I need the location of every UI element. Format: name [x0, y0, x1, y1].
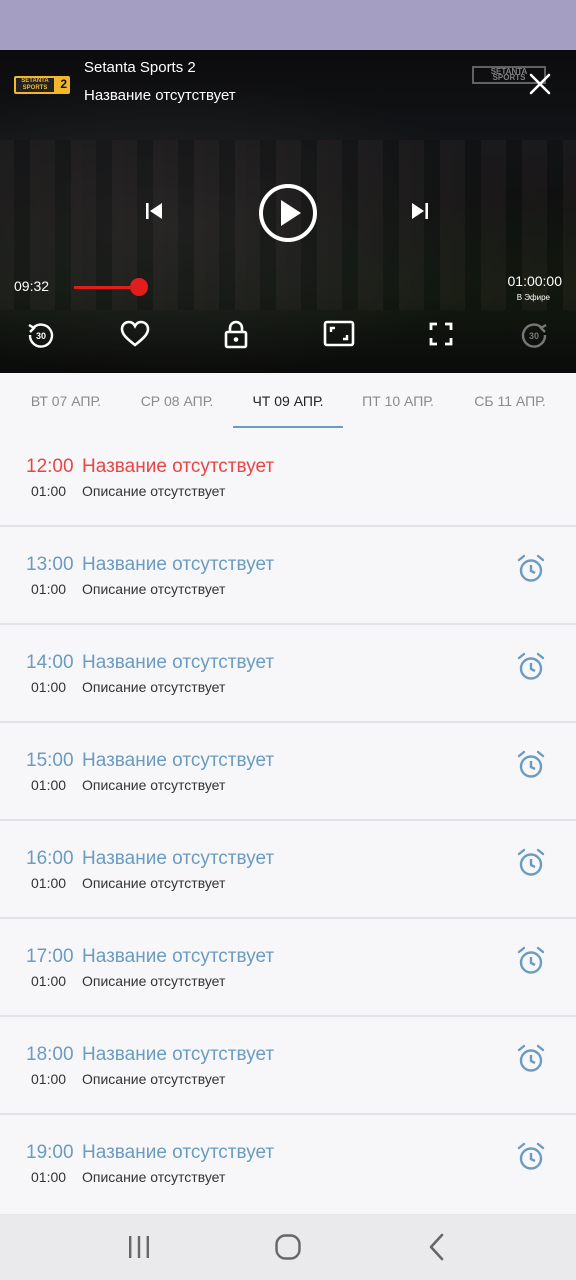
program-duration: 01:00 [31, 483, 67, 499]
program-duration: 01:00 [31, 1071, 67, 1087]
tab-date[interactable]: СБ 11 АПР. [458, 373, 562, 429]
program-description: Описание отсутствует [82, 483, 226, 499]
video-player[interactable]: SETANTA SPORTS 2 Setanta Sports 2 Назван… [0, 50, 576, 373]
lock-icon[interactable] [220, 318, 252, 350]
schedule-row[interactable]: 17:00 Название отсутствует 01:00 Описани… [0, 919, 576, 1017]
program-title: Название отсутствует [82, 1142, 275, 1163]
channel-logo: SETANTA SPORTS 2 [14, 76, 70, 94]
program-title: Название отсутствует [82, 848, 275, 869]
alarm-clock-icon[interactable] [516, 750, 546, 780]
current-time: 09:32 [14, 278, 50, 294]
program-description: Описание отсутствует [82, 679, 226, 695]
program-duration: 01:00 [31, 1169, 67, 1185]
tab-date[interactable]: ВТ 07 АПР. [14, 373, 118, 429]
program-duration: 01:00 [31, 973, 67, 989]
schedule-row-current[interactable]: 12:00 Название отсутствует 01:00 Описани… [0, 429, 576, 527]
program-start-time: 15:00 [26, 750, 74, 771]
live-label: В Эфире [516, 293, 550, 302]
date-tabs: ВТ 07 АПР. СР 08 АПР. ЧТ 09 АПР. ПТ 10 А… [0, 373, 576, 429]
program-description: Описание отсутствует [82, 1071, 226, 1087]
aspect-ratio-icon[interactable] [323, 318, 355, 350]
play-icon[interactable] [257, 182, 319, 244]
alarm-clock-icon[interactable] [516, 946, 546, 976]
program-title: Название отсутствует [82, 456, 275, 477]
program-start-time: 17:00 [26, 946, 74, 967]
schedule-row[interactable]: 15:00 Название отсутствует 01:00 Описани… [0, 723, 576, 821]
program-description: Описание отсутствует [82, 875, 226, 891]
skip-next-icon[interactable] [408, 199, 432, 223]
home-icon[interactable] [271, 1230, 305, 1264]
program-description: Описание отсутствует [82, 1169, 226, 1185]
back-icon[interactable] [420, 1230, 454, 1264]
program-duration: 01:00 [31, 581, 67, 597]
program-description: Описание отсутствует [82, 973, 226, 989]
program-title: Название отсутствует [84, 87, 236, 104]
schedule-row[interactable]: 19:00 Название отсутствует 01:00 Описани… [0, 1115, 576, 1213]
close-icon[interactable] [526, 70, 554, 98]
forward-30-icon[interactable]: 30 [518, 318, 550, 350]
channel-name: Setanta Sports 2 [84, 59, 196, 76]
program-duration: 01:00 [31, 875, 67, 891]
replay-30-icon[interactable]: 30 [25, 318, 57, 350]
svg-text:30: 30 [529, 331, 539, 341]
alarm-clock-icon[interactable] [516, 554, 546, 584]
program-title: Название отсутствует [82, 1044, 275, 1065]
program-description: Описание отсутствует [82, 777, 226, 793]
program-start-time: 12:00 [26, 456, 74, 477]
program-description: Описание отсутствует [82, 581, 226, 597]
seek-thumb[interactable] [130, 278, 148, 296]
system-navigation-bar [0, 1214, 576, 1280]
program-title: Название отсутствует [82, 750, 275, 771]
program-start-time: 19:00 [26, 1142, 74, 1163]
program-start-time: 18:00 [26, 1044, 74, 1065]
program-duration: 01:00 [31, 777, 67, 793]
program-title: Название отсутствует [82, 946, 275, 967]
schedule-row[interactable]: 16:00 Название отсутствует 01:00 Описани… [0, 821, 576, 919]
program-start-time: 14:00 [26, 652, 74, 673]
program-duration: 01:00 [31, 679, 67, 695]
schedule-row[interactable]: 14:00 Название отсутствует 01:00 Описани… [0, 625, 576, 723]
tab-date[interactable]: СР 08 АПР. [125, 373, 229, 429]
tab-date-active[interactable]: ЧТ 09 АПР. [235, 373, 341, 429]
schedule-row[interactable]: 18:00 Название отсутствует 01:00 Описани… [0, 1017, 576, 1115]
recents-icon[interactable] [122, 1230, 156, 1264]
program-title: Название отсутствует [82, 554, 275, 575]
schedule-row[interactable]: 13:00 Название отсутствует 01:00 Описани… [0, 527, 576, 625]
status-bar [0, 0, 576, 50]
fullscreen-icon[interactable] [425, 318, 457, 350]
alarm-clock-icon[interactable] [516, 1044, 546, 1074]
alarm-clock-icon[interactable] [516, 848, 546, 878]
alarm-clock-icon[interactable] [516, 652, 546, 682]
program-start-time: 13:00 [26, 554, 74, 575]
skip-previous-icon[interactable] [142, 199, 166, 223]
program-title: Название отсутствует [82, 652, 275, 673]
heart-icon[interactable] [119, 318, 151, 350]
tab-date[interactable]: ПТ 10 АПР. [346, 373, 450, 429]
total-time: 01:00:00 [507, 273, 563, 289]
alarm-clock-icon[interactable] [516, 1142, 546, 1172]
tab-indicator [233, 426, 343, 428]
svg-text:30: 30 [36, 331, 46, 341]
program-start-time: 16:00 [26, 848, 74, 869]
